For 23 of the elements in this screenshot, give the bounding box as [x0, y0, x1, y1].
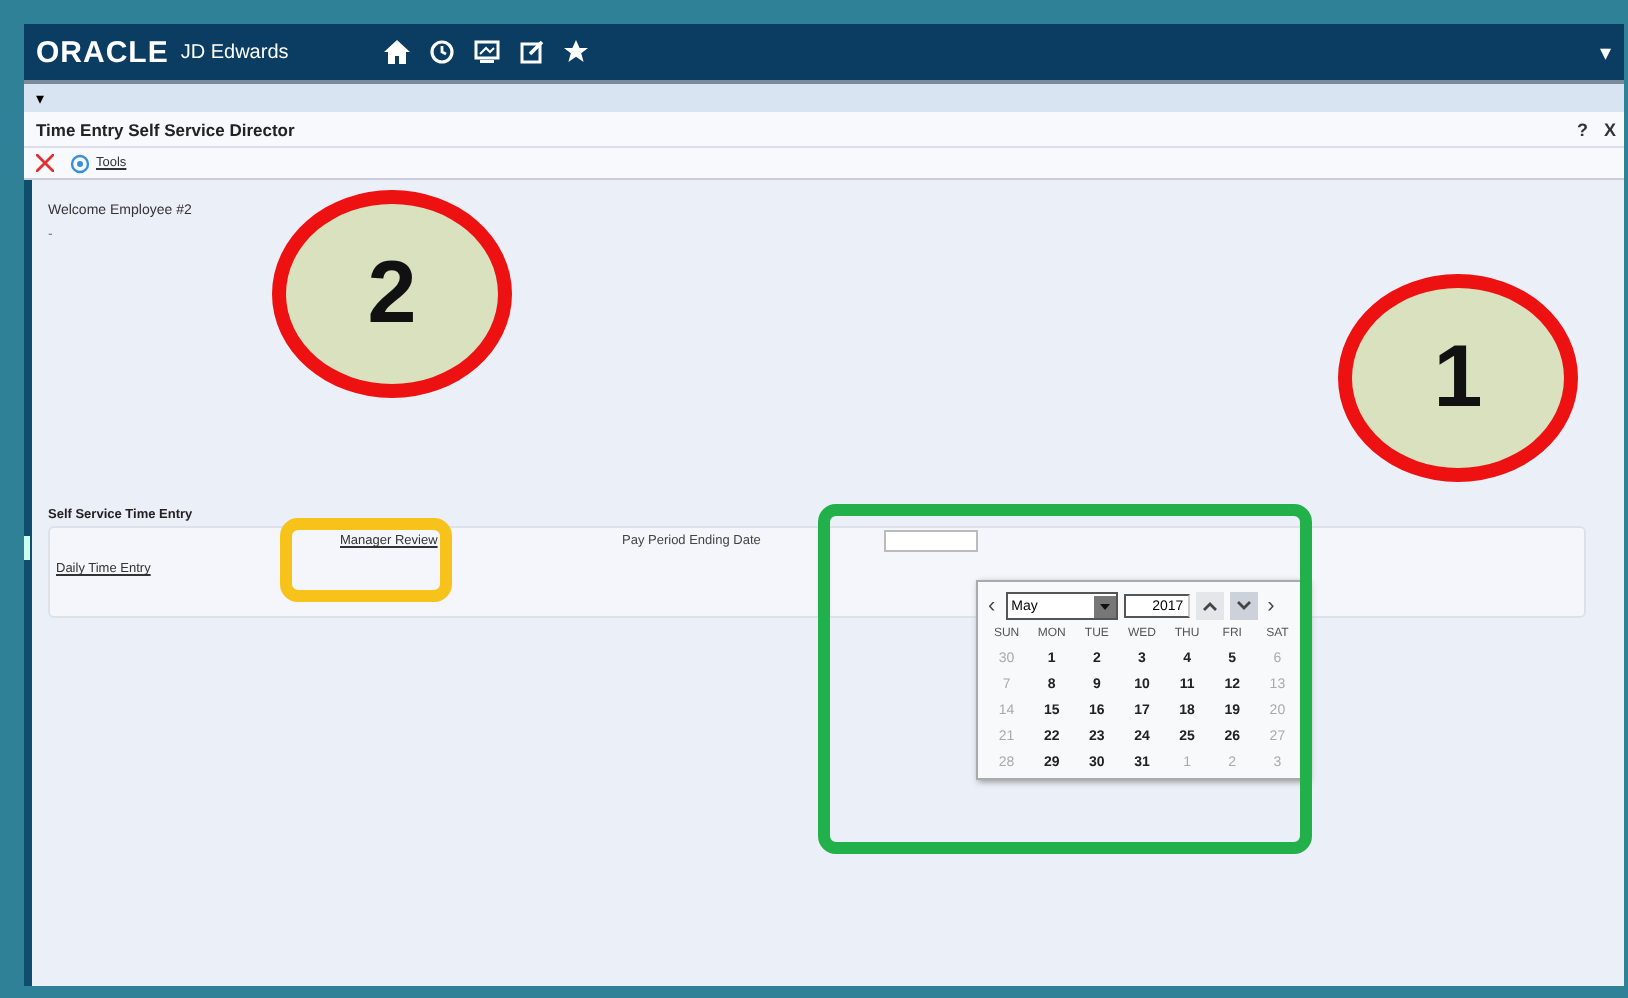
- year-up-icon[interactable]: [1195, 592, 1224, 620]
- next-month-button[interactable]: ›: [1263, 594, 1279, 618]
- date-field[interactable]: [884, 530, 978, 552]
- step-number-badge: 2: [272, 190, 512, 398]
- star-icon[interactable]: [564, 40, 589, 64]
- close-icon[interactable]: [36, 154, 54, 172]
- side-panel-handle[interactable]: [24, 536, 30, 560]
- previous-month-button[interactable]: ‹: [984, 594, 1000, 618]
- clock-icon[interactable]: [430, 40, 455, 64]
- step-number-badge: 1: [1338, 274, 1578, 482]
- year-down-icon[interactable]: [1229, 592, 1258, 620]
- gear-icon[interactable]: [70, 153, 90, 173]
- product-name: JD Edwards: [180, 41, 289, 63]
- help-button[interactable]: ?: [1576, 119, 1588, 139]
- home-icon[interactable]: [384, 40, 411, 64]
- close-button[interactable]: X: [1603, 119, 1616, 139]
- monitor-icon[interactable]: [474, 40, 501, 64]
- user-menu-caret[interactable]: ▾: [1600, 39, 1612, 65]
- breadcrumb-toggle[interactable]: ▾: [36, 89, 44, 107]
- oracle-logo: ORACLE: [36, 35, 169, 69]
- edit-icon[interactable]: [520, 40, 545, 64]
- form-title: Time Entry Self Service Director: [36, 119, 295, 139]
- dropdown-caret-icon: [1093, 595, 1116, 617]
